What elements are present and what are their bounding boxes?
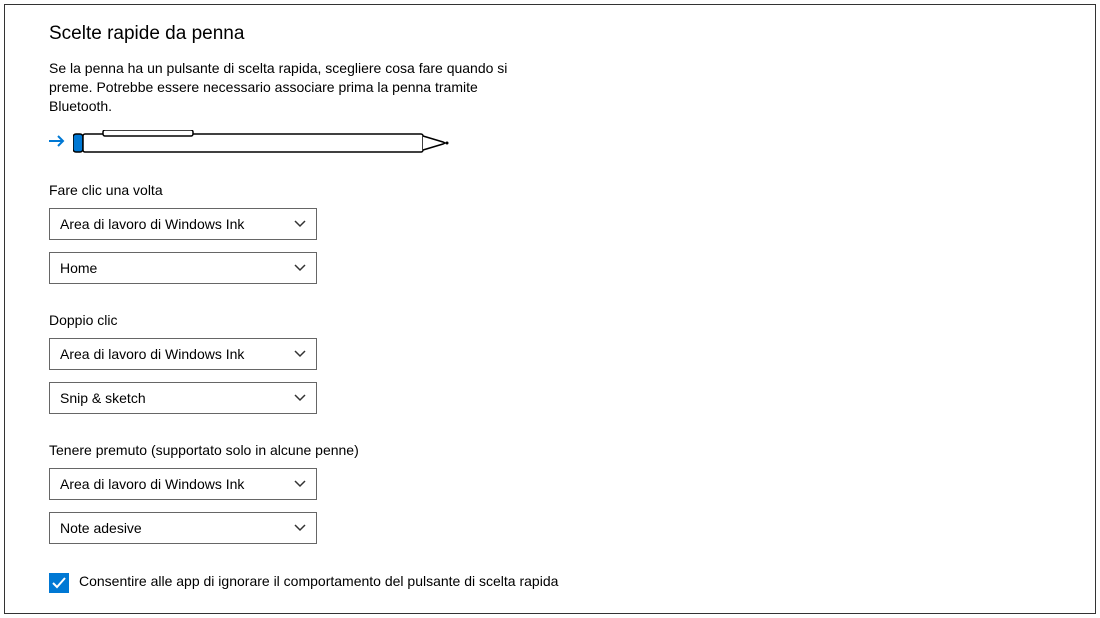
select-value: Snip & sketch [60, 390, 146, 406]
pen-diagram [49, 130, 1051, 156]
chevron-down-icon [294, 522, 306, 534]
checkbox-allow-apps-label: Consentire alle app di ignorare il compo… [79, 572, 558, 591]
single-click-select-2[interactable]: Home [49, 252, 317, 284]
single-click-select-1[interactable]: Area di lavoro di Windows Ink [49, 208, 317, 240]
page-title: Scelte rapide da penna [49, 23, 1051, 45]
select-value: Home [60, 260, 97, 276]
select-value: Note adesive [60, 520, 142, 536]
checkbox-allow-apps: Consentire alle app di ignorare il compo… [49, 572, 1051, 593]
press-hold-label: Tenere premuto (supportato solo in alcun… [49, 442, 1051, 458]
double-click-select-1[interactable]: Area di lavoro di Windows Ink [49, 338, 317, 370]
press-hold-select-2[interactable]: Note adesive [49, 512, 317, 544]
select-value: Area di lavoro di Windows Ink [60, 346, 244, 362]
chevron-down-icon [294, 392, 306, 404]
select-value: Area di lavoro di Windows Ink [60, 216, 244, 232]
arrow-right-icon [49, 132, 67, 153]
double-click-section: Doppio clic Area di lavoro di Windows In… [49, 312, 1051, 414]
description: Se la penna ha un pulsante di scelta rap… [49, 59, 509, 116]
press-hold-select-1[interactable]: Area di lavoro di Windows Ink [49, 468, 317, 500]
checkbox-allow-apps-input[interactable] [49, 573, 69, 593]
pen-icon [73, 130, 453, 156]
double-click-select-2[interactable]: Snip & sketch [49, 382, 317, 414]
check-icon [52, 577, 66, 589]
single-click-label: Fare clic una volta [49, 182, 1051, 198]
chevron-down-icon [294, 262, 306, 274]
chevron-down-icon [294, 348, 306, 360]
chevron-down-icon [294, 218, 306, 230]
select-value: Area di lavoro di Windows Ink [60, 476, 244, 492]
press-hold-section: Tenere premuto (supportato solo in alcun… [49, 442, 1051, 544]
single-click-section: Fare clic una volta Area di lavoro di Wi… [49, 182, 1051, 284]
double-click-label: Doppio clic [49, 312, 1051, 328]
chevron-down-icon [294, 478, 306, 490]
